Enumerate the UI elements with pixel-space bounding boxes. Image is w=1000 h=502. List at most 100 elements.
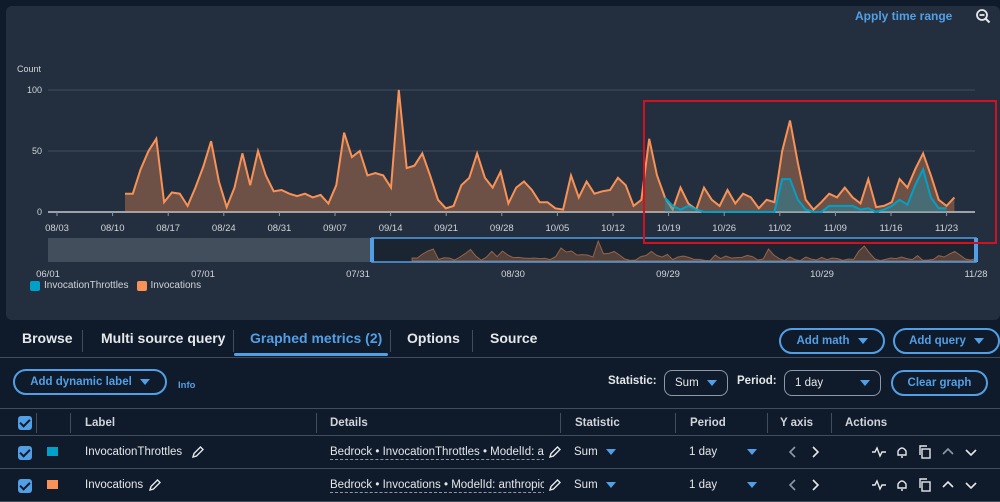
legend-swatch — [30, 280, 40, 291]
x-tick-label: 10/12 — [601, 223, 625, 234]
overview-tick-label: 07/01 — [191, 269, 215, 280]
select-all-checkbox[interactable] — [18, 416, 32, 430]
statistic-value: Sum — [675, 377, 699, 389]
column-header-y-axis[interactable]: Y axis — [780, 409, 813, 437]
x-tick-label: 08/03 — [45, 223, 69, 234]
row-details[interactable]: Bedrock • Invocations • ModelId: anthrop… — [330, 478, 544, 493]
chevron-down-icon — [973, 338, 984, 344]
pencil-icon[interactable] — [548, 478, 562, 492]
column-divider — [316, 413, 317, 433]
chevron-up-icon[interactable] — [941, 478, 955, 492]
x-tick-label: 10/26 — [712, 223, 736, 234]
period-label: Period: — [737, 375, 777, 387]
row-period[interactable]: 1 day — [689, 436, 717, 469]
highlight-box — [643, 100, 997, 244]
column-divider — [675, 413, 676, 433]
overview-tick-label: 06/01 — [36, 269, 60, 280]
chevron-down-icon — [857, 338, 868, 344]
series-color-swatch[interactable] — [47, 480, 58, 491]
tab-browse[interactable]: Browse — [22, 322, 73, 358]
add-math-label: Add math — [796, 335, 850, 347]
chevron-down-icon[interactable] — [606, 449, 616, 455]
series-color-swatch[interactable] — [47, 447, 58, 458]
x-tick-label: 09/14 — [379, 223, 403, 234]
chevron-left-icon[interactable] — [786, 478, 800, 492]
chevron-down-icon[interactable] — [606, 482, 616, 488]
active-tab-indicator — [234, 353, 388, 356]
row-label: InvocationThrottles — [85, 446, 183, 458]
add-math-button[interactable]: Add math — [779, 328, 885, 354]
pencil-icon[interactable] — [548, 445, 562, 459]
tab-multi-source-query[interactable]: Multi source query — [101, 322, 225, 358]
column-header-statistic[interactable]: Statistic — [575, 409, 620, 437]
row-statistic[interactable]: Sum — [574, 436, 598, 469]
legend-item-invocations[interactable]: Invocations — [136, 280, 202, 291]
column-header-period[interactable]: Period — [690, 409, 726, 437]
column-header-actions: Actions — [845, 417, 888, 429]
metrics-chart[interactable]: Count 100 50 0 08/03 08/10 08/17 08/24 08/31 09… — [0, 0, 1000, 300]
overview-tick-label: 09/29 — [656, 269, 680, 280]
row-checkbox[interactable] — [18, 446, 32, 460]
legend-label: InvocationThrottles — [44, 280, 129, 291]
add-dynamic-label-button[interactable]: Add dynamic label — [13, 369, 167, 395]
period-value: 1 day — [795, 377, 824, 389]
bell-icon[interactable] — [895, 478, 909, 492]
y-tick-label: 0 — [37, 207, 42, 217]
period-select[interactable]: 1 day — [784, 370, 881, 396]
column-divider — [36, 413, 37, 433]
column-header-details[interactable]: Details — [330, 409, 368, 437]
pencil-icon[interactable] — [148, 478, 162, 492]
x-tick-label: 11/16 — [879, 223, 902, 234]
statistic-label: Statistic: — [608, 375, 657, 387]
tab-source[interactable]: Source — [490, 322, 537, 358]
chevron-right-icon[interactable] — [808, 445, 822, 459]
chevron-up-icon[interactable] — [941, 445, 955, 459]
overview-handle-left — [370, 238, 374, 262]
column-divider — [560, 413, 561, 433]
overview-mask — [48, 238, 372, 262]
chart-legend: InvocationThrottles Invocations — [30, 280, 201, 291]
legend-swatch — [136, 280, 147, 291]
statistic-select[interactable]: Sum — [664, 370, 728, 396]
legend-item-throttles[interactable]: InvocationThrottles — [30, 280, 129, 291]
tab-divider — [472, 330, 473, 352]
chevron-down-icon — [139, 379, 150, 385]
row-checkbox[interactable] — [18, 479, 32, 493]
chevron-down-icon[interactable] — [964, 478, 978, 492]
y-tick-label: 50 — [32, 146, 42, 156]
copy-icon[interactable] — [918, 445, 932, 459]
table-row: Invocations Bedrock • Invocations • Mode… — [0, 469, 1000, 502]
add-query-button[interactable]: Add query — [893, 328, 1000, 354]
row-details[interactable]: Bedrock • InvocationThrottles • ModelId:… — [330, 445, 544, 460]
row-period[interactable]: 1 day — [689, 469, 717, 502]
chevron-down-icon — [860, 380, 870, 386]
anomaly-detection-icon[interactable] — [872, 478, 886, 492]
x-tick-label: 09/21 — [434, 223, 458, 234]
chevron-down-icon[interactable] — [747, 482, 757, 488]
anomaly-detection-icon[interactable] — [872, 445, 886, 459]
chevron-down-icon[interactable] — [747, 449, 757, 455]
bell-icon[interactable] — [895, 445, 909, 459]
tab-divider — [390, 330, 391, 352]
overview-tick-label: 07/31 — [346, 269, 370, 280]
table-row: InvocationThrottles Bedrock • Invocation… — [0, 436, 1000, 469]
chevron-right-icon[interactable] — [808, 478, 822, 492]
overview-tick-label: 08/30 — [501, 269, 525, 280]
chevron-down-icon[interactable] — [964, 445, 978, 459]
legend-label: Invocations — [150, 280, 202, 291]
clear-graph-button[interactable]: Clear graph — [891, 370, 988, 396]
x-tick-label: 10/19 — [657, 223, 681, 234]
row-statistic[interactable]: Sum — [574, 469, 598, 502]
copy-icon[interactable] — [918, 478, 932, 492]
column-header-label[interactable]: Label — [85, 409, 115, 437]
chevron-down-icon — [707, 380, 717, 386]
column-divider — [70, 413, 71, 433]
chevron-left-icon[interactable] — [786, 445, 800, 459]
tab-options[interactable]: Options — [407, 322, 460, 358]
pencil-icon[interactable] — [191, 445, 205, 459]
overview-tick-label: 11/28 — [964, 269, 987, 280]
x-tick-label: 08/31 — [268, 223, 292, 234]
info-link[interactable]: Info — [178, 380, 195, 391]
metrics-table-header: Label Details Statistic Period Y axis Ac… — [0, 408, 1000, 436]
tab-divider — [233, 330, 234, 352]
